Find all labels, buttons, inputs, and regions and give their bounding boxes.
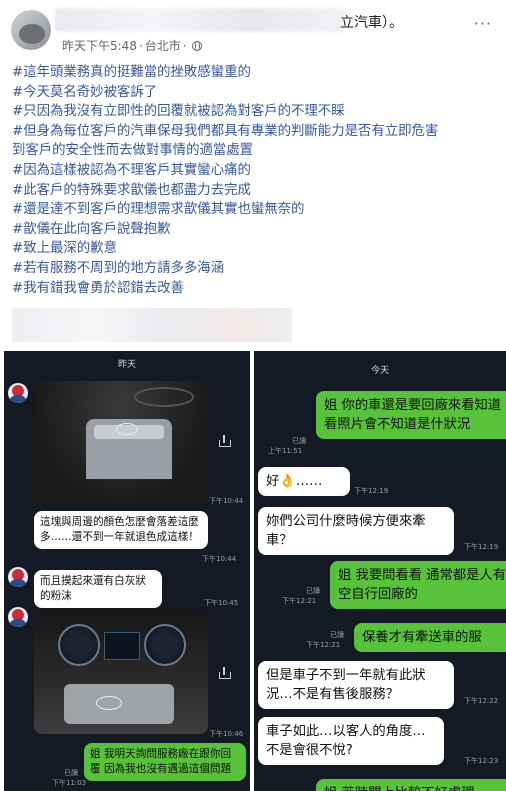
hashtag-line[interactable]: #若有服務不周到的地方請多多海涵: [12, 259, 502, 279]
hashtag-line[interactable]: #致上最深的歉意: [12, 239, 502, 259]
timestamp: 下午10:45: [204, 599, 239, 607]
tachometer: [144, 624, 186, 666]
read-receipt: 已讀: [64, 769, 78, 777]
timestamp: 下午10:44: [209, 497, 244, 505]
customer-avatar[interactable]: [8, 383, 28, 403]
customer-message: 但是車子不到一年就有此狀況…不是有售後服務？: [258, 661, 454, 709]
car-dashboard-photo[interactable]: [34, 610, 208, 734]
timestamp: 下午12:21: [282, 597, 317, 605]
agent-message: 保養才有牽送車的服: [354, 623, 506, 652]
post-location[interactable]: 台北市: [145, 37, 181, 54]
agent-message: 姐 我明天詢問服務廠在跟你回覆 因為我也沒有遇過這個問題: [84, 743, 246, 781]
agent-message: 姐 若時間上比較不好處理: [316, 779, 506, 791]
hashtag-line-continued[interactable]: 到客戶的安全性而去做對事情的適當處置: [12, 141, 502, 161]
post-body: #這年頭業務真的挺難當的挫敗感蠻重的 #今天莫名奇妙被客訴了 #只因為我沒有立即…: [12, 63, 502, 298]
date-divider: 昨天: [117, 360, 136, 370]
customer-message: 妳們公司什麼時候方便來牽車？: [258, 507, 454, 555]
author-avatar[interactable]: [11, 10, 51, 50]
meta-separator: ·: [138, 38, 143, 53]
hashtag-line[interactable]: #這年頭業務真的挺難當的挫敗感蠻重的: [12, 63, 502, 83]
timestamp: 下午12:19: [464, 543, 499, 551]
hashtag-line[interactable]: #還是達不到客戶的理想需求歆儀其實也蠻無奈的: [12, 200, 502, 220]
author-name-blurred[interactable]: [55, 8, 345, 32]
timestamp: 上午11:51: [268, 447, 303, 455]
hashtag-line[interactable]: #此客戶的特殊要求歆儀也都盡力去完成: [12, 181, 502, 201]
customer-avatar[interactable]: [8, 607, 28, 627]
globe-icon[interactable]: [191, 40, 202, 51]
read-receipt: 已讀: [306, 587, 320, 595]
agent-message: 姐 我要問看看 通常都是人有空自行回廠的: [330, 561, 506, 609]
post-header: 立汽車）。 昨天下午5:48 · 台北市 · ···: [0, 0, 506, 58]
meta-separator-2: ·: [182, 38, 187, 53]
share-icon[interactable]: [218, 435, 231, 447]
customer-message: 車子如此…以客人的角度…不是會很不悅?: [258, 717, 444, 765]
circled-discoloration: [96, 696, 122, 710]
more-options-icon[interactable]: ···: [474, 14, 492, 33]
chat-screenshot-right[interactable]: 今天 姐 你的車還是要回廠來看知道 看照片會不知道是什狀況 已讀 上午11:51…: [254, 351, 506, 791]
timestamp: 下午12:23: [464, 757, 499, 765]
hashtag-line[interactable]: #今天莫名奇妙被客訴了: [12, 83, 502, 103]
customer-message: 好👌……: [258, 467, 350, 496]
hashtag-line[interactable]: #我有錯我會勇於認錯去改善: [12, 279, 502, 299]
hashtag-line[interactable]: #只因為我沒有立即性的回覆就被認為對客戶的不理不睬: [12, 102, 502, 122]
share-icon[interactable]: [218, 667, 231, 679]
read-receipt: 已讀: [292, 437, 306, 445]
car-console-photo[interactable]: [34, 381, 208, 505]
timestamp: 下午12:21: [306, 641, 341, 649]
read-receipt: 已讀: [330, 631, 344, 639]
timestamp: 下午11:03: [52, 779, 87, 787]
speedometer: [58, 624, 100, 666]
agent-message: 姐 你的車還是要回廠來看知道 看照片會不知道是什狀況: [316, 391, 506, 439]
customer-message: 這塊與周邊的顏色怎麼會落差這麼多……還不到一年就退色成這樣！: [34, 511, 208, 549]
post-time[interactable]: 昨天下午5:48: [62, 37, 137, 54]
circled-discoloration: [116, 423, 138, 435]
hashtag-line[interactable]: #歆儀在此向客戶說聲抱歉: [12, 220, 502, 240]
hashtag-line[interactable]: #但身為每位客戶的汽車保母我們都具有專業的判斷能力是否有立即危害: [12, 122, 502, 142]
customer-avatar[interactable]: [8, 567, 28, 587]
customer-message: 而且摸起來還有白灰狀的粉沫: [34, 570, 162, 608]
post-meta: 昨天下午5:48 · 台北市 ·: [62, 37, 202, 54]
date-divider: 今天: [370, 366, 389, 376]
hashtag-line[interactable]: #因為這樣被認為不理客戶其實蠻心痛的: [12, 161, 502, 181]
air-vent: [134, 387, 194, 407]
timestamp: 下午10:44: [202, 555, 237, 563]
author-name-suffix: 立汽車）。: [340, 15, 403, 31]
chat-screenshot-left[interactable]: 昨天 下午10:44 這塊與周邊的顏色怎麼會落差這麼多……還不到一年就退色成這樣…: [4, 351, 250, 791]
info-screen: [104, 632, 140, 660]
blurred-text: [12, 308, 292, 342]
timestamp: 下午10:46: [209, 730, 244, 738]
timestamp: 下午12:22: [464, 697, 499, 705]
timestamp: 下午12:19: [354, 487, 389, 495]
